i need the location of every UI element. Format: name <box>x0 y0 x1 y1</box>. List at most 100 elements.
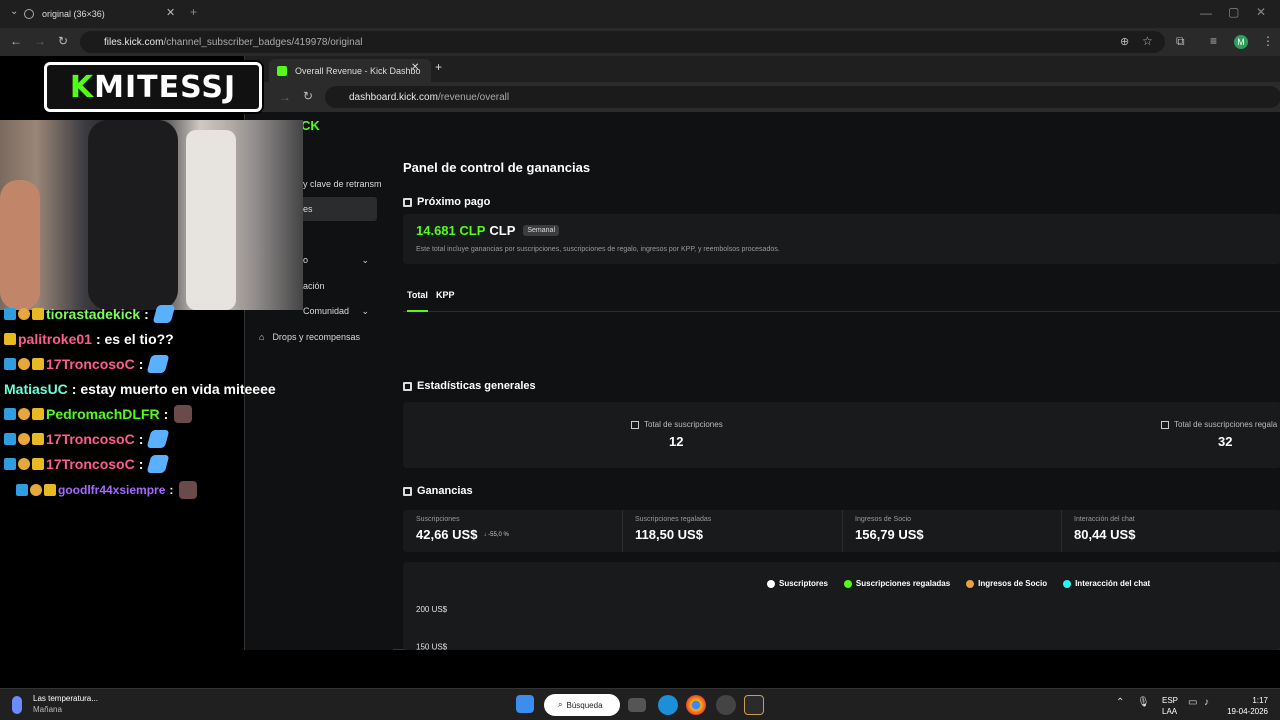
weather-widget[interactable]: Las temperatura... Mañana <box>33 694 98 714</box>
chat-message: PedromachDLFR: <box>4 402 193 426</box>
earning-label: Interacción del chat <box>1074 516 1135 523</box>
chat-badge-icon <box>18 308 30 320</box>
chat-text: : <box>144 306 149 322</box>
chat-message: palitroke01: es el tio?? <box>4 327 174 351</box>
chat-text: : <box>138 456 144 472</box>
section-title: Próximo pago <box>417 196 491 208</box>
page-title: Panel de control de ganancias <box>403 160 591 175</box>
earning-value: 80,44 US$ <box>1074 527 1136 542</box>
search-label: Búsqueda <box>566 700 603 710</box>
media-icon[interactable]: ≡ <box>1210 34 1217 48</box>
earning-value: 42,66 US$ <box>416 527 478 542</box>
zoom-icon[interactable]: ⊕ <box>1120 35 1129 48</box>
language-indicator[interactable]: ESP LAA <box>1162 695 1178 717</box>
weather-subtitle: Mañana <box>33 705 62 714</box>
search-box[interactable]: ⌕ Búsqueda <box>544 694 620 716</box>
chat-badge-icon <box>4 433 16 445</box>
tabs: Total KPP <box>403 290 1280 312</box>
chat-message: tiorastadekick: <box>4 302 176 326</box>
reload-icon[interactable]: ↻ <box>58 34 68 48</box>
new-tab-icon[interactable]: + <box>190 5 197 19</box>
profile-avatar[interactable]: M <box>1234 35 1248 49</box>
chat-badge-icon <box>18 358 30 370</box>
chat-badge-icon <box>32 308 44 320</box>
earnings-card: Suscripciones 42,66 US$ ↓ -55,0 % Suscrip… <box>403 510 1280 552</box>
chat-username[interactable]: goodlfr44xsiempre <box>58 483 165 497</box>
front-tab-title: Overall Revenue - Kick Dashbo <box>295 65 421 76</box>
kick-favicon-icon <box>277 65 287 76</box>
back-address-bar[interactable]: files.kick.com/channel_subscriber_badges… <box>80 31 1165 53</box>
chat-username[interactable]: tiorastadekick <box>46 306 140 322</box>
chat-username[interactable]: 17TroncosoC <box>46 431 135 447</box>
tab-kpp[interactable]: KPP <box>436 290 455 300</box>
windows-start-icon[interactable] <box>516 695 534 713</box>
chat-badge-icon <box>30 484 42 496</box>
earning-label: Ingresos de Socio <box>855 516 912 523</box>
back-icon[interactable]: ← <box>10 34 22 48</box>
task-view-icon[interactable] <box>628 698 646 712</box>
chat-message: 17TroncosoC: <box>4 352 170 376</box>
earnings-chart: Suscriptores Suscripciones regaladas Ingre… <box>403 562 1280 650</box>
stat-subs-value: 12 <box>669 434 684 449</box>
chat-username[interactable]: 17TroncosoC <box>46 356 135 372</box>
back-url-path: /channel_subscriber_badges/419978/origin… <box>163 36 363 48</box>
stat-gifted-label: Total de suscripciones regala <box>1161 420 1277 429</box>
lang-primary: ESP <box>1162 696 1179 705</box>
earning-partner: Ingresos de Socio 156,79 US$ <box>855 516 924 542</box>
chat-text: : estay muerto en vida miteeee <box>71 381 276 397</box>
clock[interactable]: 1:17 19-04-2026 <box>1226 695 1268 717</box>
gift-icon: ⌂ <box>259 332 265 342</box>
chat-text: : <box>163 406 169 422</box>
forward-icon[interactable]: → <box>279 90 291 104</box>
close-window-icon[interactable]: ✕ <box>1256 5 1266 19</box>
forward-icon[interactable]: → <box>34 34 46 48</box>
chat-username[interactable]: 17TroncosoC <box>46 456 135 472</box>
volume-icon[interactable]: ♪ <box>1204 697 1209 708</box>
earning-subs: Suscripciones 42,66 US$ ↓ -55,0 % <box>416 516 509 542</box>
chat-username[interactable]: MatiasUC <box>4 381 68 397</box>
front-browser-tab[interactable]: Overall Revenue - Kick Dashbo <box>269 59 431 82</box>
payment-amount: 14.681 CLP <box>416 223 486 238</box>
chat-emote-icon <box>152 305 176 323</box>
sidebar-item-drops[interactable]: ⌂ Drops y recompensas <box>255 325 377 349</box>
chat-username[interactable]: palitroke01 <box>18 331 92 347</box>
close-tab-icon[interactable]: ✕ <box>166 6 175 19</box>
tab-total[interactable]: Total <box>407 290 428 312</box>
sidebar-item-label: Drops y recompensas <box>272 332 360 342</box>
front-url-path: /revenue/overall <box>437 91 510 103</box>
menu-icon[interactable]: ⋮ <box>1262 34 1274 48</box>
bookmark-star-icon[interactable]: ☆ <box>1142 34 1153 48</box>
next-payment-heading: Próximo pago <box>403 196 490 208</box>
chrome-icon[interactable] <box>686 695 706 715</box>
streamer-logo: KMITESSJ <box>44 62 262 112</box>
network-icon[interactable]: ▭ <box>1188 697 1197 708</box>
front-address-bar[interactable]: dashboard.kick.com/revenue/overall <box>325 86 1280 108</box>
chat-username[interactable]: PedromachDLFR <box>46 406 160 422</box>
stats-icon <box>403 381 412 391</box>
webcam-feed <box>0 120 303 310</box>
league-icon[interactable] <box>744 695 764 715</box>
close-tab-icon[interactable]: ✕ <box>411 62 419 73</box>
chat-emote-icon <box>146 455 170 473</box>
maximize-icon[interactable]: ▢ <box>1228 5 1239 19</box>
new-tab-icon[interactable]: + <box>435 60 442 74</box>
obs-icon[interactable] <box>716 695 736 715</box>
front-url-host: dashboard.kick.com <box>349 91 438 103</box>
back-browser-tab[interactable]: original (36×36) <box>24 3 180 25</box>
tray-chevron-icon[interactable]: ⌃ <box>1116 697 1124 708</box>
reload-icon[interactable]: ↻ <box>303 89 313 103</box>
divider <box>622 510 623 552</box>
minimize-icon[interactable]: — <box>1200 6 1212 20</box>
chat-badge-icon <box>4 333 16 345</box>
microphone-icon[interactable]: 🎙 <box>1137 697 1150 708</box>
logo-k: K <box>69 69 95 105</box>
taskbar: Las temperatura... Mañana ⌕ Búsqueda ⌃ 🎙 … <box>0 688 1280 720</box>
tab-list-icon[interactable]: ⌄ <box>10 6 18 17</box>
chevron-down-icon: ⌄ <box>361 254 369 265</box>
edge-icon[interactable] <box>658 695 678 715</box>
extensions-icon[interactable]: ⧉ <box>1176 34 1185 49</box>
chat-overlay: tiorastadekick: palitroke01: es el tio?? 1… <box>0 302 276 504</box>
chart-plot: 200 US$150 US$100 US$ <box>416 605 448 650</box>
front-browser-window: Overall Revenue - Kick Dashbo ✕ + → ↻ da… <box>244 56 1280 650</box>
payment-note: Este total incluye ganancias por suscrip… <box>416 246 780 253</box>
